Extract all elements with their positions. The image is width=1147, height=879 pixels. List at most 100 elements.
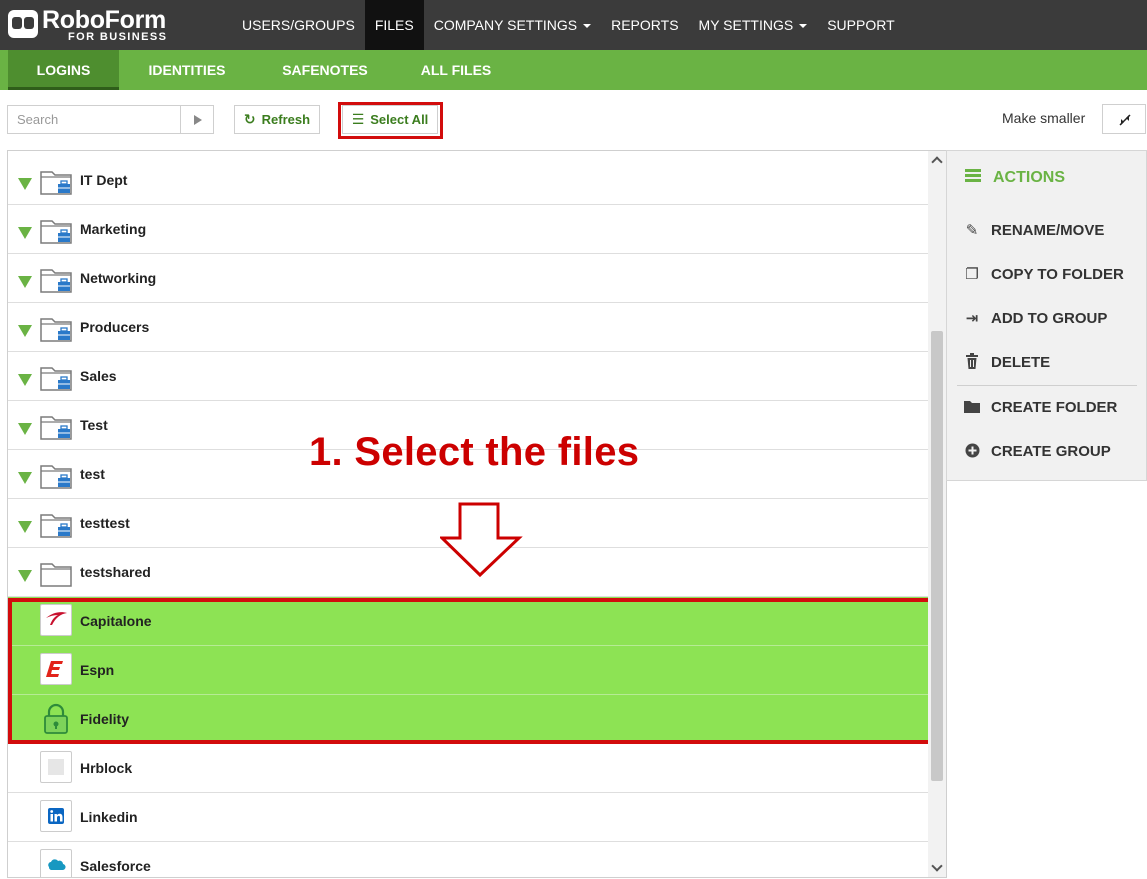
folder-name: testshared xyxy=(80,564,151,580)
list-item-login[interactable]: Hrblock xyxy=(8,744,929,793)
scroll-up-icon[interactable] xyxy=(931,156,943,168)
shared-folder-icon xyxy=(40,168,72,195)
folder-name: Marketing xyxy=(80,221,147,237)
refresh-label: Refresh xyxy=(261,112,311,127)
actions-divider xyxy=(957,385,1137,386)
folder-name: Test xyxy=(80,417,108,433)
login-name: Capitalone xyxy=(80,613,152,629)
action-delete[interactable]: DELETE xyxy=(963,351,1050,375)
search-go-icon[interactable] xyxy=(180,106,213,133)
shared-folder-icon xyxy=(40,462,72,489)
topnav-label: SUPPORT xyxy=(827,17,895,33)
list-item-folder[interactable]: Networking xyxy=(8,254,929,303)
scrollbar-thumb[interactable] xyxy=(931,331,943,781)
espn-icon xyxy=(40,653,72,685)
shared-folder-icon xyxy=(40,413,72,440)
select-all-highlight xyxy=(338,102,443,139)
action-label: COPY TO FOLDER xyxy=(991,266,1124,283)
shared-folder-icon xyxy=(40,315,72,342)
refresh-button[interactable]: ↻ Refresh xyxy=(234,105,320,134)
copy-icon: ❐ xyxy=(965,266,979,283)
action-copy-to-folder[interactable]: ❐ COPY TO FOLDER xyxy=(963,263,1124,287)
plus-circle-icon xyxy=(963,440,981,464)
login-name: Linkedin xyxy=(80,809,138,825)
action-label: CREATE FOLDER xyxy=(991,399,1118,416)
action-label: RENAME/MOVE xyxy=(991,222,1105,239)
list-item-folder[interactable]: Marketing xyxy=(8,205,929,254)
action-create-group[interactable]: CREATE GROUP xyxy=(963,440,1111,464)
topnav-files[interactable]: FILES xyxy=(364,0,424,50)
list-item-folder[interactable]: Producers xyxy=(8,303,929,352)
topnav-label: COMPANY SETTINGS xyxy=(433,17,578,33)
expand-triangle-icon[interactable] xyxy=(18,472,32,484)
expand-triangle-icon[interactable] xyxy=(18,570,32,582)
list-item-login[interactable]: Salesforce xyxy=(8,842,929,877)
shared-folder-icon xyxy=(40,217,72,244)
refresh-icon: ↻ xyxy=(243,111,256,127)
sub-nav: LOGINS IDENTITIES SAFENOTES ALL FILES xyxy=(0,50,1147,90)
search-input[interactable] xyxy=(8,106,181,133)
expand-triangle-icon[interactable] xyxy=(18,423,32,435)
folder-name: Networking xyxy=(80,270,157,286)
actions-title: ACTIONS xyxy=(993,169,1065,186)
tab-safenotes[interactable]: SAFENOTES xyxy=(266,50,384,90)
action-add-to-group[interactable]: ⇥ ADD TO GROUP xyxy=(963,307,1108,331)
tab-all-files[interactable]: ALL FILES xyxy=(409,50,503,90)
expand-triangle-icon[interactable] xyxy=(18,374,32,386)
topnav-my-settings[interactable]: MY SETTINGS xyxy=(689,0,818,50)
expand-triangle-icon[interactable] xyxy=(18,227,32,239)
topnav-support[interactable]: SUPPORT xyxy=(817,0,904,50)
make-smaller-button[interactable] xyxy=(1102,104,1146,134)
list-item-login[interactable]: Capitalone xyxy=(8,597,929,646)
make-smaller-label: Make smaller xyxy=(1002,110,1086,126)
top-nav: USERS/GROUPS FILES COMPANY SETTINGS REPO… xyxy=(232,0,905,50)
scroll-down-icon[interactable] xyxy=(931,860,943,872)
topnav-reports[interactable]: REPORTS xyxy=(601,0,688,50)
down-arrow-icon xyxy=(440,502,523,578)
topnav-label: REPORTS xyxy=(611,17,679,33)
search-box xyxy=(7,105,214,134)
caret-down-icon xyxy=(583,24,592,29)
actions-heading: ACTIONS xyxy=(965,169,1065,187)
list-item-login[interactable]: Fidelity xyxy=(8,695,929,744)
folder-icon xyxy=(40,560,72,587)
list-item-folder[interactable]: IT Dept xyxy=(8,156,929,205)
list-item-login[interactable]: Espn xyxy=(8,646,929,695)
top-bar: RoboForm FOR BUSINESS USERS/GROUPS FILES… xyxy=(0,0,1147,50)
login-name: Salesforce xyxy=(80,858,151,874)
action-label: CREATE GROUP xyxy=(991,443,1111,460)
lock-icon xyxy=(40,702,72,734)
action-label: ADD TO GROUP xyxy=(991,310,1108,327)
capitalone-icon xyxy=(40,604,72,636)
topnav-company-settings[interactable]: COMPANY SETTINGS xyxy=(424,0,601,50)
folder-name: Producers xyxy=(80,319,150,335)
login-name: Fidelity xyxy=(80,711,130,727)
tab-identities[interactable]: IDENTITIES xyxy=(133,50,241,90)
list-icon xyxy=(965,169,981,183)
list-scrollbar[interactable] xyxy=(928,151,946,877)
tab-logins[interactable]: LOGINS xyxy=(8,50,119,90)
actions-panel: ACTIONS ✎ RENAME/MOVE ❐ COPY TO FOLDER ⇥ AD… xyxy=(946,150,1147,481)
folder-name: Sales xyxy=(80,368,117,384)
topnav-label: USERS/GROUPS xyxy=(242,17,355,33)
topnav-label: FILES xyxy=(374,17,414,33)
expand-triangle-icon[interactable] xyxy=(18,276,32,288)
annotation-text: 1. Select the files xyxy=(309,430,640,474)
list-item-login[interactable]: Linkedin xyxy=(8,793,929,842)
folder-name: test xyxy=(80,466,105,482)
expand-triangle-icon[interactable] xyxy=(18,325,32,337)
hrblock-icon xyxy=(40,751,72,783)
topnav-users-groups[interactable]: USERS/GROUPS xyxy=(232,0,365,50)
shared-folder-icon xyxy=(40,266,72,293)
logo-subtitle: FOR BUSINESS xyxy=(68,31,168,43)
trash-icon xyxy=(963,351,981,375)
roboform-logo-icon xyxy=(8,10,38,38)
list-item-folder[interactable]: Sales xyxy=(8,352,929,401)
action-rename-move[interactable]: ✎ RENAME/MOVE xyxy=(963,219,1105,243)
expand-triangle-icon[interactable] xyxy=(18,521,32,533)
folder-name: testtest xyxy=(80,515,130,531)
action-create-folder[interactable]: CREATE FOLDER xyxy=(963,396,1117,420)
login-name: Hrblock xyxy=(80,760,133,776)
expand-triangle-icon[interactable] xyxy=(18,178,32,190)
salesforce-icon xyxy=(40,849,72,877)
